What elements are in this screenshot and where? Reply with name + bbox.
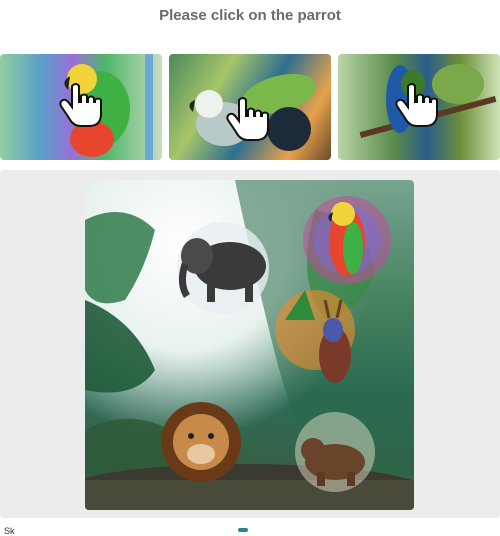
hand-cursor-icon bbox=[59, 83, 102, 127]
challenge-panel bbox=[0, 170, 500, 518]
example-image-3 bbox=[338, 54, 500, 160]
hand-cursor-icon bbox=[226, 97, 269, 141]
jungle-scene bbox=[85, 180, 414, 510]
parrot-figure[interactable] bbox=[303, 196, 391, 284]
example-images-row bbox=[0, 54, 500, 160]
bear-figure[interactable] bbox=[295, 412, 375, 492]
hand-cursor-icon bbox=[395, 83, 438, 127]
lion-figure[interactable] bbox=[161, 402, 241, 482]
example-image-1 bbox=[0, 54, 162, 160]
footer-text: Sk bbox=[4, 526, 15, 536]
footer-row: Sk bbox=[0, 526, 500, 536]
example-image-2 bbox=[169, 54, 331, 160]
challenge-image[interactable] bbox=[85, 180, 414, 510]
elephant-figure[interactable] bbox=[177, 222, 269, 314]
footer-indicator bbox=[238, 528, 248, 532]
instruction-text: Please click on the parrot bbox=[159, 7, 341, 24]
